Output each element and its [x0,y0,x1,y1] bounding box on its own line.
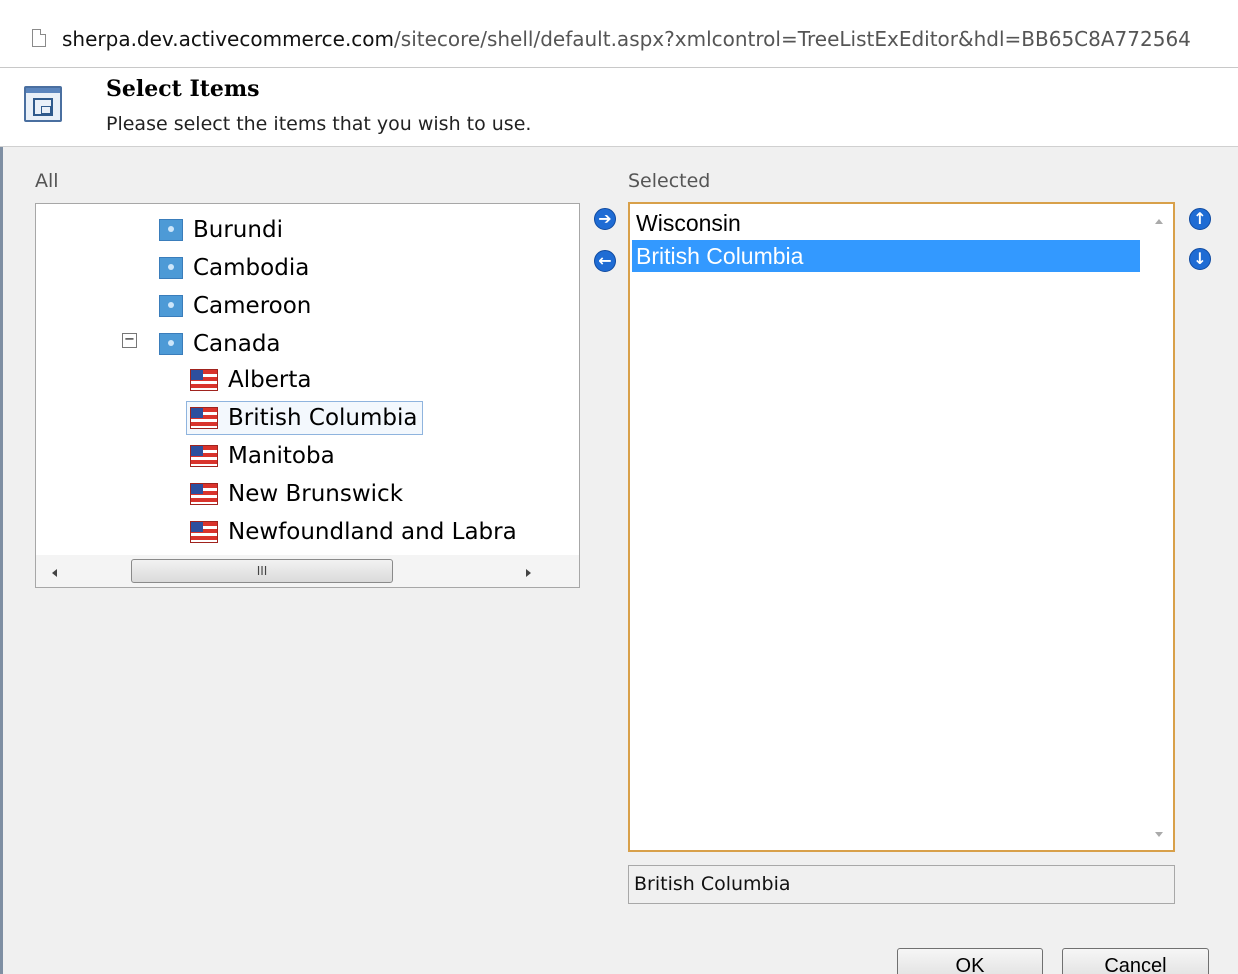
tree-node[interactable]: Canada [159,329,285,359]
list-item[interactable]: Wisconsin [632,207,1140,239]
tree-node-label: Alberta [228,367,312,393]
flag-icon [190,521,218,543]
globe-icon [159,333,183,355]
add-arrow-right-icon[interactable]: ➔ [594,208,616,230]
list-item-highlighted[interactable]: British Columbia [632,240,1140,272]
tree-horizontal-scrollbar[interactable]: III [36,555,579,587]
tree-node-label: Burundi [193,217,283,243]
tree-node[interactable]: Burundi [159,215,287,245]
tree-node[interactable]: Newfoundland and Labra [190,517,521,547]
tree-node[interactable]: Manitoba [190,441,339,471]
tree-node-label: Cambodia [193,255,310,281]
move-down-icon[interactable]: ↓ [1189,248,1211,270]
list-vertical-scrollbar[interactable] [1147,204,1173,850]
globe-icon [159,257,183,279]
tree-panel[interactable]: Burundi Cambodia Cameroon Canada Alberta… [35,203,580,588]
url-path: /sitecore/shell/default.aspx?xmlcontrol=… [394,27,1191,51]
ok-button[interactable]: OK [897,948,1043,974]
url-host: sherpa.dev.activecommerce.com [62,27,395,51]
tree-node-label: New Brunswick [228,481,404,507]
tree-node-selected[interactable]: British Columbia [186,401,423,435]
all-label: All [35,170,59,192]
selected-item-detail-field: British Columbia [628,865,1175,904]
tree-node-label: British Columbia [228,405,418,431]
dialog-title: Select Items [106,76,260,102]
move-up-icon[interactable]: ↑ [1189,208,1211,230]
tree-node-label: Canada [193,331,281,357]
scroll-down-icon[interactable] [1155,832,1163,837]
tree-node-label: Cameroon [193,293,312,319]
horizontal-scroll-thumb[interactable]: III [131,559,393,583]
scroll-up-icon[interactable] [1155,219,1163,224]
scroll-left-icon[interactable] [52,569,57,577]
selected-label: Selected [628,170,711,192]
flag-icon [190,407,218,429]
flag-icon [190,445,218,467]
tree-node[interactable]: New Brunswick [190,479,407,509]
dialog-header: Select Items Please select the items tha… [0,68,1238,147]
tree-node-label: Newfoundland and Labra [228,519,517,545]
cancel-button[interactable]: Cancel [1062,948,1209,974]
url-text: sherpa.dev.activecommerce.com/sitecore/s… [62,27,1238,51]
remove-arrow-left-icon[interactable]: ← [594,250,616,272]
tree-node[interactable]: Cameroon [159,291,315,321]
collapse-canada-icon[interactable]: − [122,333,137,348]
tree-node[interactable]: Cambodia [159,253,313,283]
globe-icon [159,219,183,241]
page-icon [32,29,46,47]
tree-node-label: Manitoba [228,443,335,469]
flag-icon [190,483,218,505]
scroll-right-icon[interactable] [526,569,531,577]
flag-icon [190,369,218,391]
address-bar: sherpa.dev.activecommerce.com/sitecore/s… [0,0,1238,68]
globe-icon [159,295,183,317]
tree-list-icon [24,86,62,122]
window-left-edge [0,147,3,974]
selected-list[interactable]: Wisconsin British Columbia [628,202,1175,852]
dialog-subtitle: Please select the items that you wish to… [106,113,532,135]
tree-node[interactable]: Alberta [190,365,315,395]
